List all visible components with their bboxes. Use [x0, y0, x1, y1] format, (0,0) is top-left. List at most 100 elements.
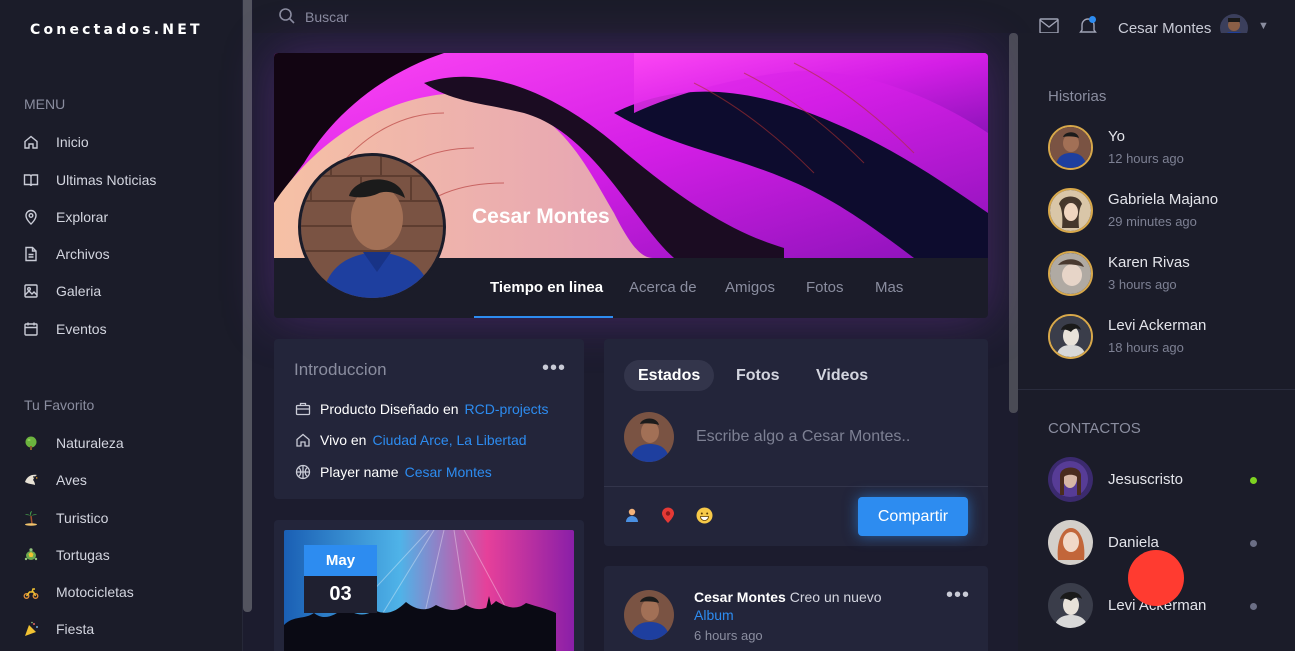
map-pin-icon[interactable] [659, 506, 677, 524]
sidebar-item-label: Naturaleza [56, 435, 124, 451]
post-timestamp: 6 hours ago [694, 628, 763, 643]
main-scrollbar[interactable] [1009, 33, 1018, 413]
avatar [624, 412, 674, 462]
briefcase-icon [294, 400, 312, 418]
post-action: Creo un nuevo [789, 589, 882, 605]
sidebar-item-fiesta[interactable]: Fiesta [22, 617, 94, 641]
avatar [1048, 251, 1093, 296]
sidebar-item-label: Fiesta [56, 621, 95, 637]
sidebar-item-eventos[interactable]: Eventos [22, 317, 107, 341]
turtle-icon [22, 546, 40, 564]
status-offline-indicator [1250, 603, 1257, 610]
post-composer: Estados Fotos Videos Compartir [604, 339, 988, 546]
location-pin-icon [22, 208, 40, 226]
sidebar-item-turistico[interactable]: Turistico [22, 506, 108, 530]
file-icon [22, 245, 40, 263]
sidebar-item-label: Motocicletas [56, 584, 134, 600]
sidebar-item-tortugas[interactable]: Tortugas [22, 543, 110, 567]
story-item[interactable]: Levi Ackerman 18 hours ago [1048, 314, 1288, 360]
tab-videos[interactable]: Videos [802, 360, 882, 391]
brand-logo[interactable]: Conectados.NET [30, 22, 203, 38]
tab-amigos[interactable]: Amigos [725, 279, 775, 296]
favorites-heading: Tu Favorito [24, 397, 95, 413]
story-item[interactable]: Karen Rivas 3 hours ago [1048, 251, 1288, 297]
intro-card: Introduccion ••• Producto Diseñado en RC… [274, 339, 584, 499]
sidebar-item-label: Inicio [56, 134, 89, 150]
avatar [1048, 188, 1093, 233]
story-item[interactable]: Yo 12 hours ago [1048, 125, 1288, 171]
top-bar: Cesar Montes ▼ [253, 0, 1295, 42]
intro-row-work: Producto Diseñado en RCD-projects [294, 400, 549, 418]
sidebar-item-motocicletas[interactable]: Motocicletas [22, 580, 134, 604]
sidebar-item-galeria[interactable]: Galeria [22, 279, 101, 303]
tab-mas[interactable]: Mas [875, 279, 903, 296]
status-online-indicator [1250, 477, 1257, 484]
sidebar-item-label: Ultimas Noticias [56, 172, 157, 188]
post-album-link[interactable]: Album [694, 607, 734, 623]
sidebar-scrollbar[interactable] [243, 0, 252, 612]
intro-link-location[interactable]: Ciudad Arce, La Libertad [372, 432, 526, 448]
sidebar-item-label: Eventos [56, 321, 107, 337]
sidebar-item-aves[interactable]: Aves [22, 468, 87, 492]
post-header: Cesar Montes Creo un nuevo Album [694, 588, 924, 624]
palm-tree-icon [22, 509, 40, 527]
feed-post: Cesar Montes Creo un nuevo Album 6 hours… [604, 566, 988, 651]
home-icon [22, 133, 40, 151]
home-icon [294, 431, 312, 449]
bird-icon [22, 471, 40, 489]
share-button[interactable]: Compartir [858, 497, 968, 536]
event-day: 03 [304, 576, 377, 613]
avatar [1048, 314, 1093, 359]
divider [1018, 389, 1295, 390]
search-icon [278, 7, 296, 30]
sidebar-item-inicio[interactable]: Inicio [22, 130, 89, 154]
person-tag-icon[interactable] [623, 506, 641, 524]
more-options-icon[interactable]: ••• [542, 358, 566, 378]
intro-row-player: Player name Cesar Montes [294, 463, 492, 481]
profile-avatar[interactable] [298, 153, 446, 301]
tab-acerca-de[interactable]: Acerca de [629, 279, 697, 296]
active-tab-indicator [474, 316, 613, 318]
sidebar-item-ultimas-noticias[interactable]: Ultimas Noticias [22, 168, 156, 192]
cursor-indicator [1128, 550, 1184, 606]
event-date: May 03 [304, 545, 377, 613]
intro-title: Introduccion [294, 360, 387, 379]
sidebar-item-archivos[interactable]: Archivos [22, 242, 110, 266]
contact-item[interactable]: Jesuscristo [1048, 457, 1263, 503]
sidebar: Conectados.NET MENU Inicio Ultimas Notic… [0, 0, 243, 651]
avatar[interactable] [624, 590, 674, 640]
plant-icon [22, 434, 40, 452]
tab-tiempo-en-linea[interactable]: Tiempo en linea [490, 279, 603, 296]
avatar [1048, 583, 1093, 628]
book-icon [22, 171, 40, 189]
story-item[interactable]: Gabriela Majano 29 minutes ago [1048, 188, 1288, 234]
profile-header: Cesar Montes Tiempo en linea Acerca de A… [274, 53, 988, 318]
basketball-icon [294, 463, 312, 481]
profile-name: Cesar Montes [472, 205, 610, 228]
sidebar-item-explorar[interactable]: Explorar [22, 205, 108, 229]
stories-heading: Historias [1048, 88, 1107, 105]
notification-badge [1089, 16, 1096, 23]
search-input[interactable] [305, 6, 605, 28]
sidebar-item-label: Aves [56, 472, 87, 488]
sidebar-item-label: Turistico [56, 510, 109, 526]
tab-estados[interactable]: Estados [624, 360, 715, 391]
calendar-icon [22, 320, 40, 338]
party-icon [22, 620, 40, 638]
intro-link-player[interactable]: Cesar Montes [405, 464, 492, 480]
menu-heading: MENU [24, 96, 66, 112]
post-author[interactable]: Cesar Montes [694, 589, 786, 605]
sidebar-item-label: Explorar [56, 209, 109, 225]
contacts-heading: CONTACTOS [1048, 420, 1141, 437]
sidebar-item-label: Galeria [56, 283, 102, 299]
emoji-icon[interactable] [695, 506, 713, 524]
chevron-down-icon[interactable]: ▼ [1258, 20, 1269, 32]
more-options-icon[interactable]: ••• [946, 585, 970, 605]
event-card[interactable]: May 03 [274, 520, 584, 651]
event-month: May [304, 545, 377, 576]
sidebar-item-naturaleza[interactable]: Naturaleza [22, 431, 124, 455]
intro-link-work[interactable]: RCD-projects [465, 401, 549, 417]
status-input[interactable] [696, 426, 966, 448]
tab-fotos[interactable]: Fotos [722, 360, 794, 391]
tab-fotos[interactable]: Fotos [806, 279, 844, 296]
